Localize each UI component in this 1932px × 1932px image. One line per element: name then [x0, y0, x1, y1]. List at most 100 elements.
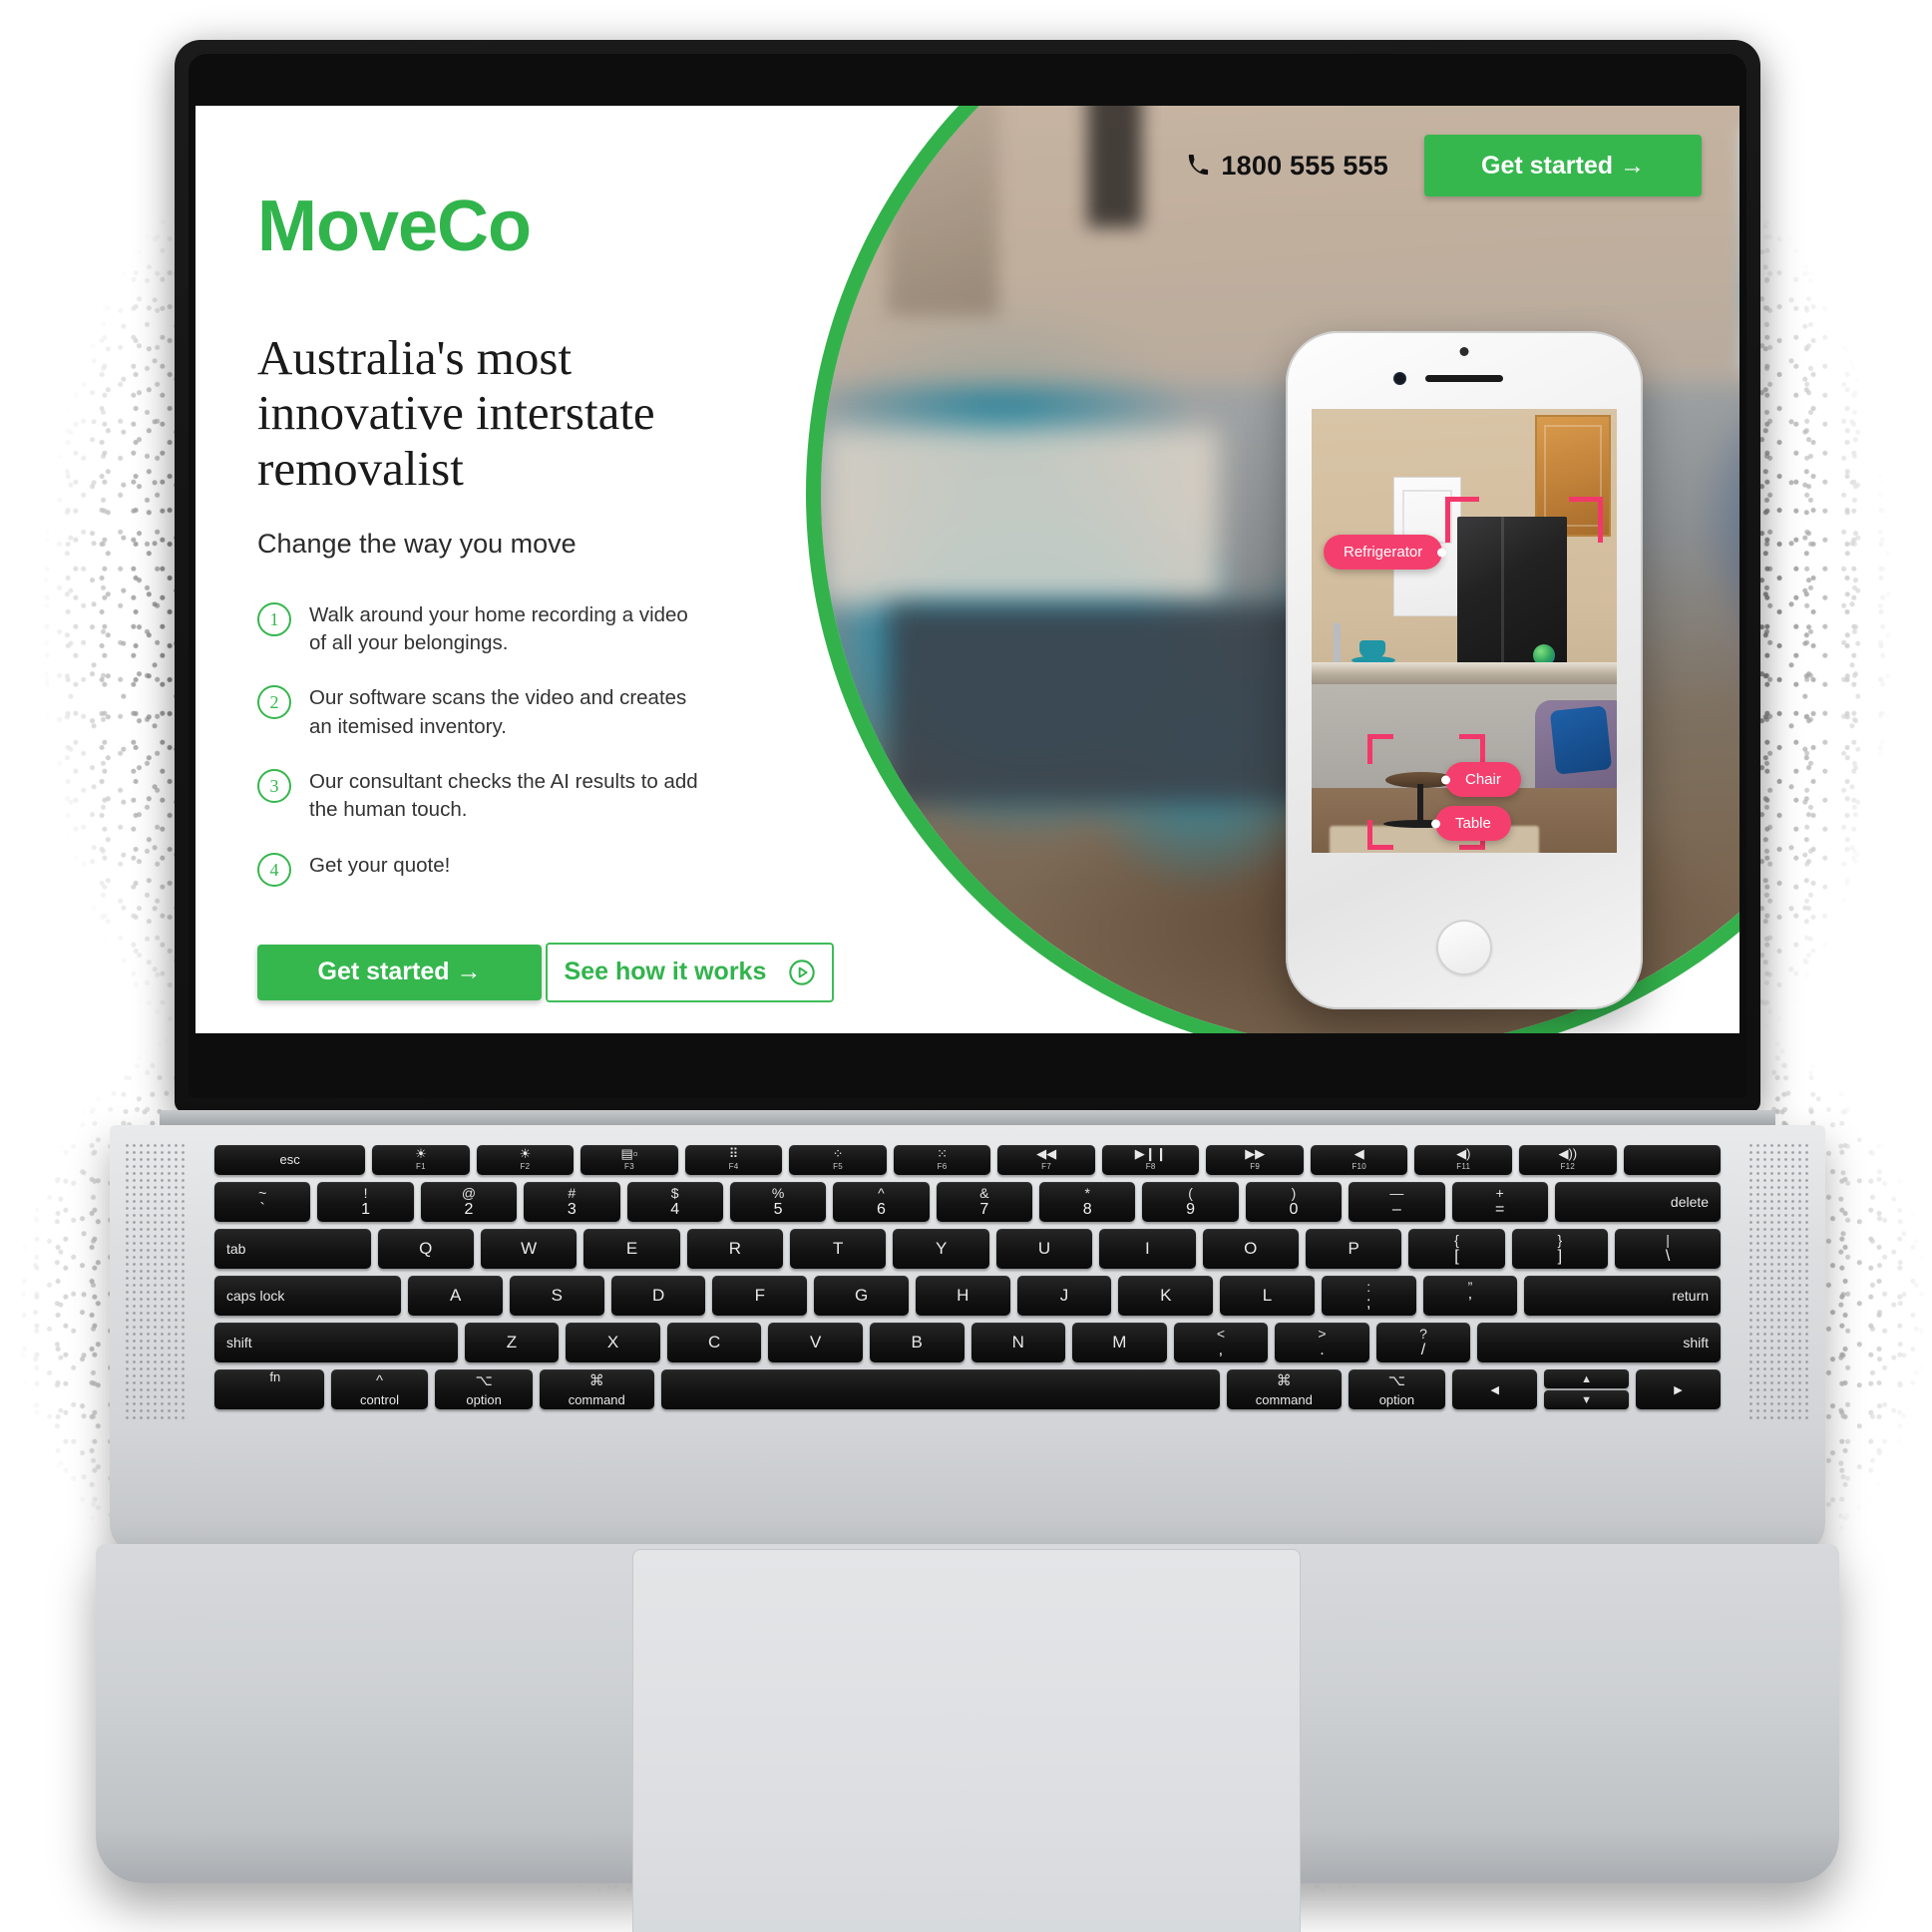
key-label-bottom: `: [259, 1200, 265, 1218]
key-f11-volume-down[interactable]: ◀) F11: [1414, 1145, 1513, 1175]
key-i[interactable]: I: [1099, 1229, 1196, 1269]
key-k[interactable]: K: [1118, 1276, 1214, 1316]
key-label: esc: [279, 1151, 300, 1167]
key-f3-mission-control[interactable]: ▤▫ F3: [580, 1145, 678, 1175]
key-backslash[interactable]: | \: [1615, 1229, 1722, 1269]
key-o[interactable]: O: [1202, 1229, 1299, 1269]
key-label: F12: [1560, 1162, 1576, 1171]
key-quote[interactable]: ” ’: [1422, 1276, 1518, 1316]
key-command-right[interactable]: ⌘ command: [1226, 1369, 1342, 1409]
phone-link[interactable]: 1800 555 555: [1187, 151, 1388, 182]
key-semicolon[interactable]: : ;: [1321, 1276, 1416, 1316]
key-m[interactable]: M: [1072, 1323, 1167, 1362]
key-7[interactable]: & 7: [936, 1182, 1032, 1222]
key-equals[interactable]: + =: [1451, 1182, 1548, 1222]
key-f2-brightness-up[interactable]: ☀ F2: [476, 1145, 575, 1175]
step-number-badge: 3: [257, 769, 291, 804]
key-slash[interactable]: ? /: [1375, 1323, 1471, 1362]
site-logo: MoveCo: [257, 187, 532, 266]
key-space[interactable]: [660, 1369, 1220, 1409]
key-esc[interactable]: esc: [214, 1145, 366, 1175]
key-l[interactable]: L: [1220, 1276, 1315, 1316]
key-command-left[interactable]: ⌘ command: [539, 1369, 654, 1409]
key-f10-mute[interactable]: ◀ F10: [1310, 1145, 1408, 1175]
key-f12-volume-up[interactable]: ◀)) F12: [1519, 1145, 1617, 1175]
see-how-it-works-button[interactable]: See how it works: [546, 942, 835, 1002]
key-label-top: ^: [878, 1184, 885, 1201]
key-0[interactable]: ) 0: [1245, 1182, 1343, 1222]
key-x[interactable]: X: [566, 1323, 660, 1362]
key-5[interactable]: % 5: [729, 1182, 827, 1222]
key-c[interactable]: C: [666, 1323, 762, 1362]
key-f4-launchpad[interactable]: ⠿ F4: [684, 1145, 783, 1175]
key-return[interactable]: return: [1524, 1276, 1722, 1316]
key-8[interactable]: * 8: [1039, 1182, 1136, 1222]
key-t[interactable]: T: [790, 1229, 887, 1269]
key-option-right[interactable]: ⌥ option: [1348, 1369, 1446, 1409]
key-g[interactable]: G: [814, 1276, 909, 1316]
key-1[interactable]: ! 1: [317, 1182, 414, 1222]
key-s[interactable]: S: [509, 1276, 604, 1316]
key-comma[interactable]: < ,: [1173, 1323, 1269, 1362]
get-started-button[interactable]: Get started →: [257, 944, 542, 1000]
detection-tag-refrigerator[interactable]: Refrigerator: [1324, 535, 1447, 570]
key-caps-lock[interactable]: caps lock: [214, 1276, 402, 1316]
key-shift-left[interactable]: shift: [214, 1323, 458, 1362]
key-e[interactable]: E: [583, 1229, 680, 1269]
key-control[interactable]: ^ control: [330, 1369, 429, 1409]
key-f8-play-pause[interactable]: ▶❙❙ F8: [1101, 1145, 1200, 1175]
key-arrow-down[interactable]: ▼: [1544, 1390, 1630, 1409]
key-arrow-up[interactable]: ▲: [1544, 1369, 1630, 1388]
key-fn[interactable]: fn: [214, 1369, 324, 1409]
key-shift-right[interactable]: shift: [1477, 1323, 1721, 1362]
key-option-left[interactable]: ⌥ option: [435, 1369, 533, 1409]
key-f6-keyboard-backlight-up[interactable]: ⁙ F6: [893, 1145, 991, 1175]
key-minus[interactable]: — –: [1349, 1182, 1445, 1222]
key-4[interactable]: $ 4: [626, 1182, 723, 1222]
key-arrow-updown[interactable]: ▲ ▼: [1544, 1369, 1630, 1409]
key-f5-keyboard-backlight-down[interactable]: ⁘ F5: [789, 1145, 887, 1175]
detection-tag-chair[interactable]: Chair: [1441, 762, 1521, 797]
key-bracket-right[interactable]: } ]: [1511, 1229, 1609, 1269]
key-label-top: (: [1188, 1184, 1193, 1201]
step-number-badge: 1: [257, 601, 291, 636]
key-arrow-left[interactable]: ◀: [1452, 1369, 1538, 1409]
key-p[interactable]: P: [1305, 1229, 1402, 1269]
key-y[interactable]: Y: [893, 1229, 989, 1269]
key-period[interactable]: > .: [1275, 1323, 1369, 1362]
key-w[interactable]: W: [480, 1229, 578, 1269]
key-3[interactable]: # 3: [524, 1182, 620, 1222]
key-f[interactable]: F: [712, 1276, 808, 1316]
key-2[interactable]: @ 2: [420, 1182, 518, 1222]
key-arrow-right[interactable]: ▶: [1636, 1369, 1721, 1409]
header-get-started-button[interactable]: Get started →: [1424, 135, 1702, 196]
key-u[interactable]: U: [995, 1229, 1093, 1269]
keyboard-row-qwerty: tab Q W E R T Y U I O P { [ } ] | \: [214, 1229, 1722, 1269]
key-h[interactable]: H: [915, 1276, 1010, 1316]
step-text: Get your quote!: [309, 853, 451, 877]
key-a[interactable]: A: [408, 1276, 503, 1316]
key-n[interactable]: N: [970, 1323, 1066, 1362]
key-q[interactable]: Q: [377, 1229, 474, 1269]
key-f7-rewind[interactable]: ◀◀ F7: [997, 1145, 1095, 1175]
key-b[interactable]: B: [869, 1323, 965, 1362]
key-label-top: ?: [1419, 1325, 1427, 1342]
detection-tag-table[interactable]: Table: [1431, 806, 1511, 841]
key-6[interactable]: ^ 6: [833, 1182, 930, 1222]
key-9[interactable]: ( 9: [1142, 1182, 1239, 1222]
key-delete[interactable]: delete: [1554, 1182, 1722, 1222]
key-power[interactable]: [1623, 1145, 1722, 1175]
key-backtick[interactable]: ~ `: [214, 1182, 311, 1222]
key-r[interactable]: R: [686, 1229, 784, 1269]
key-tab[interactable]: tab: [214, 1229, 371, 1269]
key-d[interactable]: D: [610, 1276, 706, 1316]
key-j[interactable]: J: [1016, 1276, 1112, 1316]
trackpad[interactable]: [631, 1549, 1301, 1932]
key-bracket-left[interactable]: { [: [1408, 1229, 1505, 1269]
key-z[interactable]: Z: [464, 1323, 560, 1362]
list-item: 2 Our software scans the video and creat…: [257, 684, 836, 741]
key-v[interactable]: V: [768, 1323, 863, 1362]
iphone-home-button[interactable]: [1436, 920, 1492, 975]
key-f9-fast-forward[interactable]: ▶▶ F9: [1206, 1145, 1304, 1175]
key-f1-brightness-down[interactable]: ☀ F1: [372, 1145, 470, 1175]
